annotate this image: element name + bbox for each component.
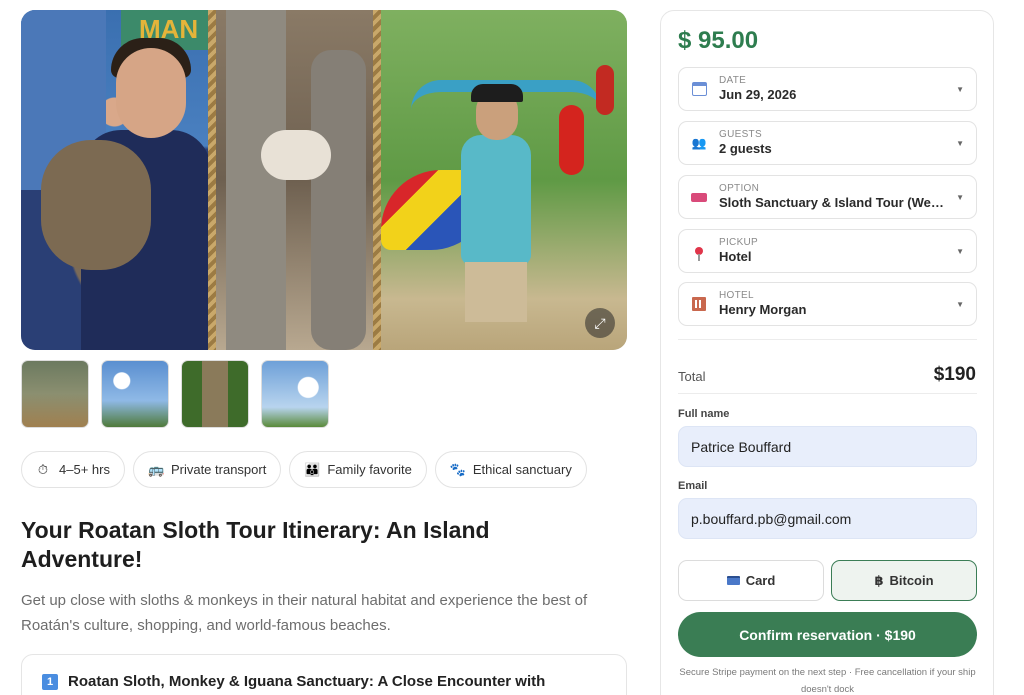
- email-input[interactable]: [678, 498, 977, 539]
- pickup-value: Hotel: [719, 248, 752, 264]
- stopwatch-icon: ⏱: [37, 461, 49, 477]
- page-title: Your Roatan Sloth Tour Itinerary: An Isl…: [21, 517, 490, 573]
- total-value: $190: [933, 364, 976, 385]
- thumbnail-1[interactable]: [21, 360, 89, 428]
- guests-value: 2 guests: [719, 140, 772, 156]
- pay-bitcoin-button[interactable]: ฿ Bitcoin: [831, 560, 977, 601]
- pushpin-icon: [691, 243, 707, 261]
- credit-card-icon: [726, 576, 740, 585]
- thumbnail-4[interactable]: [261, 360, 329, 428]
- thumbnail-3[interactable]: [181, 360, 249, 428]
- gallery-photo-parrot: [381, 10, 627, 350]
- thumbnail-strip: [21, 360, 329, 428]
- chevron-down-icon: ▼: [956, 138, 964, 148]
- chevron-down-icon: ▼: [956, 246, 964, 256]
- date-label: DATE: [719, 74, 747, 86]
- itinerary-title: Roatan Sloth, Monkey & Iguana Sanctuary:…: [68, 673, 546, 690]
- calendar-icon: [691, 81, 707, 97]
- hotel-icon: [691, 296, 707, 312]
- chip-label: Private transport: [170, 462, 267, 477]
- expand-icon[interactable]: ⤢: [585, 308, 615, 338]
- gallery-photo-sloth-holder: MAN: [21, 10, 208, 350]
- feature-chips: ⏱ 4–5+ hrs 🚌 Private transport 👪 Family …: [21, 451, 587, 488]
- hotel-label: HOTEL: [719, 289, 754, 301]
- price: $ 95.00: [678, 27, 759, 54]
- pickup-select[interactable]: PICKUP Hotel ▼: [678, 229, 977, 273]
- photo-gallery[interactable]: MAN ⤢: [21, 10, 627, 350]
- chip-transport: 🚌 Private transport: [132, 451, 282, 488]
- family-icon: 👪: [304, 461, 321, 477]
- hotel-select[interactable]: HOTEL Henry Morgan ▼: [678, 282, 977, 326]
- guests-select[interactable]: 👥 GUESTS 2 guests ▼: [678, 121, 977, 165]
- hotel-value: Henry Morgan: [719, 301, 807, 317]
- chevron-down-icon: ▼: [956, 299, 964, 309]
- guests-label: GUESTS: [719, 128, 762, 140]
- confirm-reservation-button[interactable]: Confirm reservation · $190: [678, 612, 977, 657]
- chevron-down-icon: ▼: [956, 84, 964, 94]
- bitcoin-icon: ฿: [874, 572, 884, 588]
- divider: [678, 393, 977, 394]
- pay-card-button[interactable]: Card: [678, 560, 824, 601]
- secure-payment-note: Secure Stripe payment on the next step ·…: [679, 667, 976, 695]
- divider: [678, 339, 977, 340]
- paw-icon: 🐾: [449, 461, 467, 477]
- chevron-down-icon: ▼: [956, 192, 964, 202]
- date-select[interactable]: DATE Jun 29, 2026 ▼: [678, 67, 977, 111]
- guests-icon: 👥: [691, 136, 707, 150]
- booking-panel: $ 95.00 DATE Jun 29, 2026 ▼ 👥 GUESTS 2 g…: [660, 10, 994, 695]
- number-badge-icon: 1: [42, 674, 58, 690]
- rope-divider: [373, 10, 381, 350]
- itinerary-card[interactable]: 1 Roatan Sloth, Monkey & Iguana Sanctuar…: [21, 654, 627, 695]
- pickup-label: PICKUP: [719, 236, 759, 248]
- rope-divider: [208, 10, 216, 350]
- total-label: Total: [678, 369, 706, 384]
- option-label: OPTION: [719, 182, 760, 194]
- chip-ethical: 🐾 Ethical sanctuary: [434, 451, 587, 488]
- chip-label: Ethical sanctuary: [472, 462, 572, 477]
- chip-label: 4–5+ hrs: [59, 462, 110, 477]
- date-value: Jun 29, 2026: [719, 86, 797, 102]
- chip-family: 👪 Family favorite: [289, 451, 427, 488]
- page-subtitle: Get up close with sloths & monkeys in th…: [21, 592, 588, 634]
- thumbnail-2[interactable]: [101, 360, 169, 428]
- pay-card-label: Card: [745, 573, 776, 588]
- gallery-photo-monkey: [216, 10, 373, 350]
- chip-label: Family favorite: [327, 462, 412, 477]
- pay-bitcoin-label: Bitcoin: [889, 573, 934, 588]
- email-label: Email: [678, 480, 708, 492]
- full-name-input[interactable]: [678, 426, 977, 467]
- option-value: Sloth Sanctuary & Island Tour (West End): [719, 194, 944, 210]
- option-select[interactable]: OPTION Sloth Sanctuary & Island Tour (We…: [678, 175, 977, 219]
- bus-icon: 🚌: [147, 461, 165, 477]
- full-name-label: Full name: [678, 408, 730, 420]
- ticket-icon: [691, 189, 707, 205]
- chip-duration: ⏱ 4–5+ hrs: [21, 451, 125, 488]
